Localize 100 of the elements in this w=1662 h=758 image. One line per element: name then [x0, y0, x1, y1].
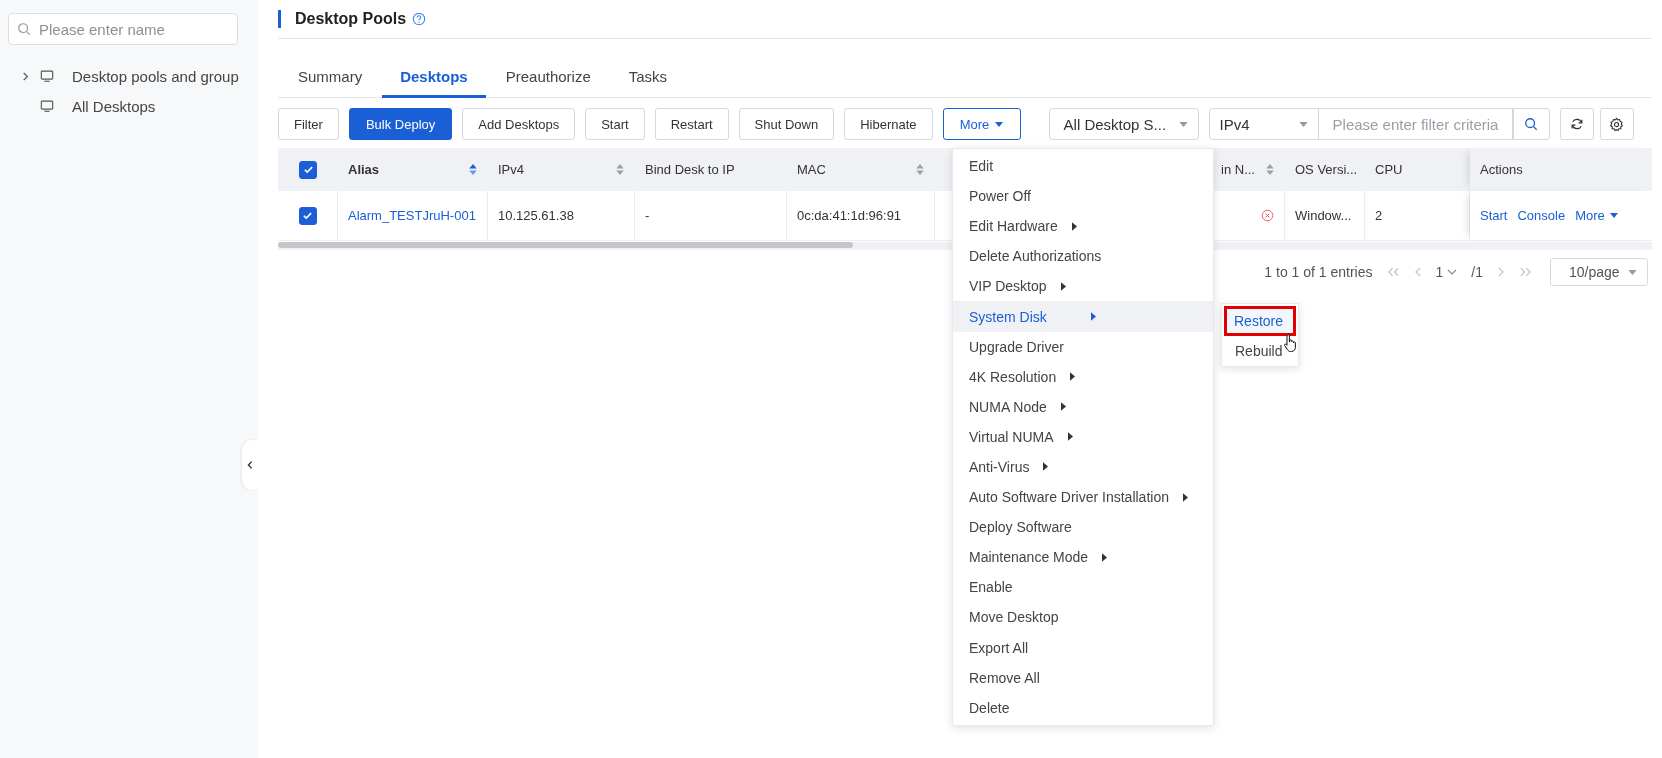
row-checkbox[interactable] [298, 206, 317, 225]
caret-icon [1609, 213, 1618, 218]
search-input[interactable]: Please enter name [37, 19, 229, 39]
sort-icon[interactable] [468, 163, 478, 176]
menu-item[interactable]: Edit [953, 151, 1213, 182]
refresh-icon [1569, 117, 1584, 131]
submenu-arrow-icon [1060, 281, 1066, 291]
toolbar-button[interactable]: Add Desktops [462, 108, 576, 140]
menu-item[interactable]: NUMA Node [953, 391, 1213, 422]
toolbar-button[interactable]: Hibernate [844, 108, 933, 140]
select-value: IPv4 [1219, 115, 1250, 133]
submenu-arrow-icon [1071, 221, 1077, 231]
table-cell: 2 [1375, 208, 1383, 223]
menu-item[interactable]: Maintenance Mode [953, 542, 1213, 573]
select-all-checkbox[interactable] [299, 160, 317, 179]
menu-item[interactable]: Export All [953, 632, 1213, 663]
search-field[interactable]: Please enter name [8, 13, 238, 45]
submenu-arrow-icon [1043, 462, 1049, 472]
submenu-item[interactable]: Restore [1224, 306, 1296, 336]
menu-item[interactable]: Upgrade Driver [953, 331, 1213, 362]
sort-icon[interactable] [1265, 163, 1275, 176]
menu-item[interactable]: Anti-Virus [953, 451, 1213, 483]
menu-item[interactable]: VIP Desktop [953, 271, 1213, 302]
check-icon [302, 164, 314, 175]
sort-icon[interactable] [915, 163, 925, 176]
more-action-link[interactable]: More [1575, 208, 1618, 223]
page-title: Desktop Pools [295, 10, 407, 28]
column-header: in N... [1221, 162, 1255, 177]
tab[interactable]: Preauthorize [487, 68, 609, 98]
submenu-arrow-icon [1183, 492, 1188, 502]
toolbar-button[interactable]: Restart [654, 108, 729, 140]
column-header: Bind Desk to IP [645, 162, 735, 177]
menu-item[interactable]: Virtual NUMA [953, 421, 1213, 452]
menu-item[interactable]: Move Desktop [953, 602, 1213, 633]
action-link[interactable]: Console [1517, 208, 1566, 223]
chevron-down-icon [1447, 269, 1458, 275]
alias-link[interactable]: Alarm_TESTJruH-001 [348, 208, 476, 223]
check-icon [302, 210, 313, 221]
column-header: IPv4 [498, 162, 524, 177]
monitor-icon [40, 69, 54, 83]
column-header: Alias [348, 162, 380, 177]
help-icon[interactable] [412, 12, 427, 26]
submenu-arrow-icon [1060, 402, 1066, 412]
caret-icon [1178, 121, 1188, 127]
menu-item[interactable]: Edit Hardware [953, 211, 1213, 242]
table-cell: Window... [1295, 208, 1352, 223]
search-icon [1524, 117, 1539, 131]
column-header: MAC [797, 162, 826, 177]
caret-icon [995, 121, 1004, 127]
page-total: /1 [1471, 264, 1483, 280]
page-size-select[interactable]: 10/page [1550, 258, 1648, 286]
toolbar-button[interactable]: Start [585, 108, 645, 140]
toolbar-button[interactable]: Shut Down [738, 108, 835, 140]
menu-item[interactable]: Delete [953, 692, 1213, 723]
menu-item[interactable]: Remove All [953, 662, 1213, 693]
caret-icon [1628, 269, 1637, 275]
submenu-arrow-icon [1070, 372, 1076, 382]
bulk-deploy-button[interactable]: Bulk Deploy [348, 108, 453, 140]
monitor-icon [40, 99, 54, 113]
scrollbar-thumb[interactable] [278, 242, 853, 248]
menu-item[interactable]: Enable [953, 572, 1213, 603]
tab[interactable]: Summary [280, 68, 381, 98]
status-select[interactable]: All Desktop S... [1048, 108, 1199, 140]
table-cell: 0c:da:41:1d:96:91 [797, 208, 902, 223]
field-select[interactable]: IPv4 [1208, 108, 1319, 140]
sort-icon[interactable] [615, 163, 625, 176]
column-header: Actions [1480, 162, 1523, 177]
filter-input[interactable]: Please enter filter criteria [1318, 108, 1513, 140]
collapse-handle[interactable] [242, 440, 258, 490]
last-page-icon[interactable] [1519, 267, 1532, 277]
menu-item[interactable]: Delete Authorizations [953, 241, 1213, 272]
menu-item[interactable]: Deploy Software [953, 512, 1213, 543]
tree-item[interactable]: All Desktops [0, 91, 258, 121]
next-page-icon[interactable] [1497, 267, 1505, 277]
tab[interactable]: Tasks [610, 68, 686, 98]
table-cell: 10.125.61.38 [498, 208, 574, 223]
first-page-icon[interactable] [1386, 267, 1400, 277]
settings-icon [1609, 116, 1625, 132]
tree-item[interactable]: Desktop pools and group [0, 61, 258, 91]
refresh-button[interactable] [1559, 108, 1594, 140]
select-value: All Desktop S... [1063, 115, 1167, 133]
toolbar-button[interactable]: Filter [278, 108, 339, 140]
caret-icon [1298, 121, 1308, 127]
prev-page-icon[interactable] [1413, 267, 1422, 277]
search-button[interactable] [1512, 108, 1550, 140]
page-number-select[interactable]: 1 [1435, 264, 1458, 280]
menu-item[interactable]: 4K Resolution [953, 361, 1213, 392]
tab[interactable]: Desktops [382, 68, 486, 98]
chevron-left-icon [246, 460, 254, 470]
submenu-arrow-icon [1090, 312, 1096, 321]
menu-item[interactable]: Auto Software Driver Installation [953, 482, 1213, 513]
table-cell: - [645, 208, 650, 223]
entries-summary: 1 to 1 of 1 entries [1264, 264, 1373, 280]
settings-button[interactable] [1599, 108, 1634, 140]
menu-item[interactable]: Power Off [953, 181, 1213, 212]
column-header: OS Versi... [1295, 162, 1358, 177]
select-value: 10/page [1569, 264, 1620, 280]
menu-item[interactable]: System Disk [953, 301, 1213, 332]
more-dropdown-button[interactable]: More [942, 108, 1021, 140]
action-link[interactable]: Start [1480, 208, 1508, 223]
